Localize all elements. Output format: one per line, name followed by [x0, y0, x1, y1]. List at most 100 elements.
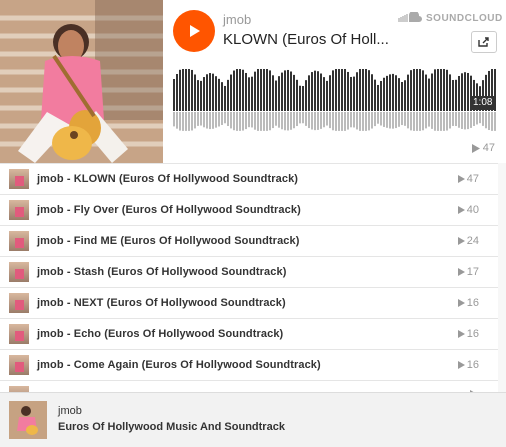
waveform-bar	[197, 80, 199, 111]
waveform-reflection-bar	[434, 112, 436, 131]
waveform-reflection-bar	[329, 112, 331, 129]
waveform-bar	[437, 69, 439, 111]
waveform-bar	[263, 69, 265, 111]
waveform-bar	[413, 69, 415, 111]
playlist-thumbnail	[9, 401, 47, 439]
waveform-bar	[194, 74, 196, 111]
waveform-bar	[173, 79, 175, 111]
waveform-bar	[344, 69, 346, 111]
waveform-reflection-bar	[254, 112, 256, 130]
waveform-reflection-bar	[416, 112, 418, 131]
waveform-reflection-bar	[437, 112, 439, 131]
waveform-bar	[203, 77, 205, 111]
waveform-bar	[386, 75, 388, 111]
waveform-bar	[206, 74, 208, 111]
waveform-bar	[293, 74, 295, 111]
waveform-reflection-bar	[317, 112, 319, 130]
waveform-reflection-bar	[242, 112, 244, 131]
track-row-title: jmob - Echo (Euros Of Hollywood Soundtra…	[37, 328, 284, 340]
playlist-cover-art	[9, 401, 47, 439]
waveform-reflection-bar	[431, 112, 433, 129]
share-button[interactable]	[471, 31, 497, 53]
waveform-reflection-bar	[239, 112, 241, 131]
track-row-title: jmob - Find ME (Euros Of Hollywood Sound…	[37, 235, 300, 247]
soundcloud-logo[interactable]: SOUNDCLOUD	[398, 12, 503, 24]
waveform-reflection-bar	[344, 112, 346, 131]
waveform-bar	[323, 77, 325, 111]
track-play-count-value: 47	[466, 173, 479, 185]
waveform-bar	[218, 78, 220, 111]
playlist-artist[interactable]: jmob	[58, 405, 82, 417]
waveform-reflection-bar	[299, 112, 301, 124]
play-button[interactable]	[173, 10, 215, 52]
waveform-reflection-bar	[476, 112, 478, 125]
track-title[interactable]: KLOWN (Euros Of Holl...	[223, 31, 393, 48]
waveform-bar	[287, 69, 289, 111]
waveform-reflection-bar	[419, 112, 421, 131]
waveform-bar	[332, 70, 334, 111]
waveform-reflection-bar	[341, 112, 343, 131]
waveform-bar	[401, 82, 403, 111]
waveform-reflection-bar	[308, 112, 310, 129]
track-row[interactable]: jmob - Fly Over (Euros Of Hollywood Soun…	[0, 195, 506, 226]
waveform-bar	[416, 69, 418, 111]
playlist-footer[interactable]: jmob Euros Of Hollywood Music And Soundt…	[0, 392, 506, 447]
waveform-bar	[308, 75, 310, 111]
album-cover[interactable]	[0, 0, 163, 163]
waveform-reflection-bar	[245, 112, 247, 130]
waveform-bar	[281, 72, 283, 111]
waveform-reflection-bar	[182, 112, 184, 131]
waveform-reflection-bar	[422, 112, 424, 131]
waveform-reflection-bar	[338, 112, 340, 131]
track-list[interactable]: jmob - KLOWN (Euros Of Hollywood Soundtr…	[0, 163, 506, 393]
waveform-bar	[461, 73, 463, 111]
waveform-reflection-bar	[353, 112, 355, 128]
track-row[interactable]: jmob - Echo (Euros Of Hollywood Soundtra…	[0, 319, 506, 350]
track-row[interactable]: jmob - Stash (Euros Of Hollywood Soundtr…	[0, 257, 506, 288]
track-list-scrollbar[interactable]	[498, 163, 506, 392]
waveform-reflection-bar	[326, 112, 328, 126]
waveform-reflection-bar	[194, 112, 196, 129]
soundcloud-brand-text: SOUNDCLOUD	[426, 12, 503, 24]
track-play-count-value: 16	[466, 359, 479, 371]
waveform-reflection-bar	[212, 112, 214, 129]
waveform-reflection-bar	[374, 112, 376, 127]
waveform-reflection-bar	[179, 112, 181, 131]
waveform-reflection-bar	[386, 112, 388, 128]
waveform-bar	[257, 69, 259, 111]
waveform-bar	[224, 85, 226, 111]
waveform-reflection-bar	[278, 112, 280, 128]
track-row[interactable]: jmob - NEXT (Euros Of Hollywood Soundtra…	[0, 288, 506, 319]
waveform-bar	[368, 70, 370, 111]
playlist-title[interactable]: Euros Of Hollywood Music And Soundtrack	[58, 421, 285, 433]
track-row-title: jmob - NEXT (Euros Of Hollywood Soundtra…	[37, 297, 286, 309]
track-row-title: jmob - KLOWN (Euros Of Hollywood Soundtr…	[37, 173, 299, 185]
waveform-reflection-bar	[491, 112, 493, 131]
waveform-reflection-bar	[380, 112, 382, 126]
track-row[interactable]: jmob - KLOWN (Euros Of Hollywood Soundtr…	[0, 164, 506, 195]
waveform-bar	[200, 80, 202, 111]
waveform-reflection-bar	[218, 112, 220, 127]
waveform-bar	[440, 69, 442, 111]
waveform-reflection-bar	[347, 112, 349, 130]
track-play-count: 47	[457, 173, 479, 185]
waveform-reflection-bar	[482, 112, 484, 126]
track-row[interactable]: jmob - Find ME (Euros Of Hollywood Sound…	[0, 226, 506, 257]
waveform[interactable]	[173, 65, 497, 131]
waveform-reflection-bar	[224, 112, 226, 124]
track-artist[interactable]: jmob	[223, 12, 251, 27]
waveform-bar	[254, 71, 256, 111]
track-play-count-value: 24	[466, 235, 479, 247]
track-row[interactable]: jmob - Come Again (Euros Of Hollywood So…	[0, 350, 506, 381]
waveform-reflection-bar	[200, 112, 202, 126]
waveform-reflection-bar	[296, 112, 298, 127]
waveform-reflection-bar	[371, 112, 373, 129]
waveform-reflection-bar	[173, 112, 175, 127]
waveform-reflection-bar	[383, 112, 385, 127]
waveform-reflection-bar	[197, 112, 199, 126]
player-header: jmob KLOWN (Euros Of Holl... SOUNDCLOUD …	[0, 0, 506, 163]
waveform-bar	[383, 77, 385, 111]
waveform-reflection-bar	[479, 112, 481, 124]
waveform-bar	[239, 69, 241, 111]
track-play-count-value: 16	[466, 297, 479, 309]
